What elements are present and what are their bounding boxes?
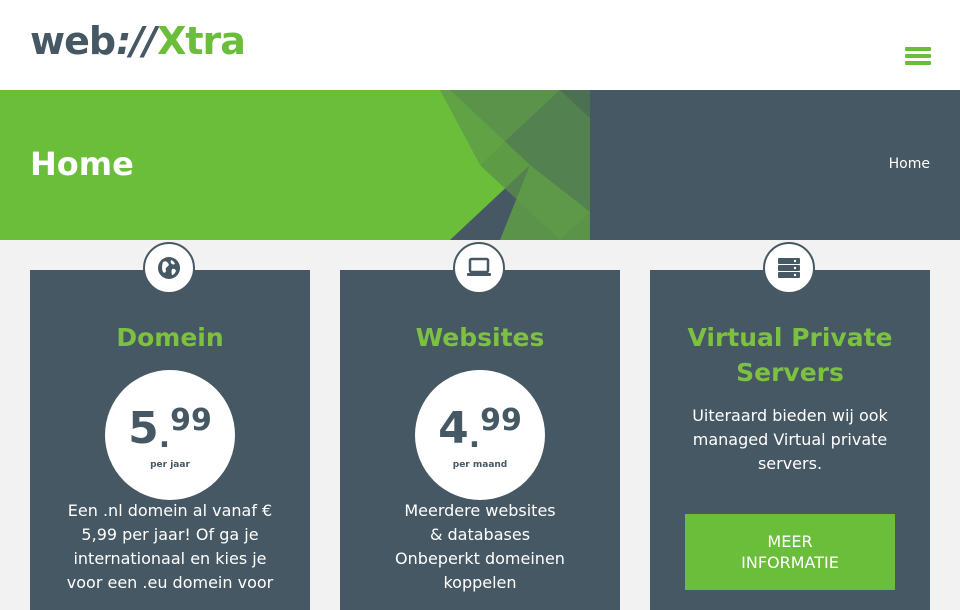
price-decimals: 99 bbox=[480, 403, 522, 438]
laptop-icon bbox=[453, 242, 505, 294]
hamburger-menu-icon[interactable] bbox=[905, 47, 931, 69]
button-label-line: MEER bbox=[767, 532, 813, 551]
card-text-line: koppelen bbox=[443, 573, 517, 592]
banner-background-shapes bbox=[0, 90, 590, 240]
card-domein: Domein 5.99 per jaar Een .nl domein al v… bbox=[30, 242, 310, 610]
price-whole: 4 bbox=[438, 403, 469, 454]
card-title-line: Servers bbox=[736, 358, 844, 387]
card-text-line: & databases bbox=[429, 525, 531, 544]
price-dot: . bbox=[468, 420, 481, 455]
card-description: Meerdere websites & databases Onbeperkt … bbox=[370, 499, 590, 595]
price-period: per jaar bbox=[150, 460, 190, 470]
card-text-line: internationaal en kies je bbox=[73, 549, 267, 568]
price-badge: 5.99 per jaar bbox=[105, 370, 235, 500]
page-title: Home bbox=[30, 145, 134, 183]
card-text-line: managed Virtual private bbox=[692, 430, 888, 449]
globe-icon bbox=[143, 242, 195, 294]
card-vps: Virtual Private Servers Uiteraard bieden… bbox=[650, 242, 930, 610]
page-banner: Home Home bbox=[0, 90, 960, 240]
price-dot: . bbox=[158, 420, 171, 455]
card-text-line: voor een .eu domein voor bbox=[66, 573, 274, 592]
price-period: per maand bbox=[452, 460, 508, 470]
card-description: Uiteraard bieden wij ook managed Virtual… bbox=[680, 404, 900, 476]
logo-text-xtra: Xtra bbox=[157, 19, 246, 63]
card-title: Virtual Private Servers bbox=[650, 320, 930, 390]
card-title: Websites bbox=[415, 323, 545, 352]
price-badge: 4.99 per maand bbox=[415, 370, 545, 500]
card-text-line: servers. bbox=[757, 454, 823, 473]
card-text-line: Een .nl domein al vanaf € bbox=[67, 501, 273, 520]
logo-text-slashes: :// bbox=[116, 19, 157, 63]
breadcrumb-home-link[interactable]: Home bbox=[889, 156, 930, 172]
card-text-line: Uiteraard bieden wij ook bbox=[692, 406, 888, 425]
card-title: Domein bbox=[116, 323, 224, 352]
site-header: web://Xtra bbox=[0, 0, 960, 90]
card-title-line: Virtual Private bbox=[687, 323, 893, 352]
button-label-line: INFORMATIE bbox=[741, 553, 839, 572]
card-text-line: Onbeperkt domeinen bbox=[395, 549, 565, 568]
price-decimals: 99 bbox=[170, 403, 212, 438]
card-description: Een .nl domein al vanaf € 5,99 per jaar!… bbox=[60, 499, 280, 595]
server-icon bbox=[763, 242, 815, 294]
card-websites: Websites 4.99 per maand Meerdere website… bbox=[340, 242, 620, 610]
price-whole: 5 bbox=[128, 403, 159, 454]
card-text-line: 5,99 per jaar! Of ga je bbox=[81, 525, 259, 544]
logo[interactable]: web://Xtra bbox=[30, 18, 246, 64]
logo-text-web: web bbox=[30, 19, 116, 63]
card-text-line: Meerdere websites bbox=[404, 501, 556, 520]
more-info-button[interactable]: MEER INFORMATIE bbox=[685, 514, 895, 590]
